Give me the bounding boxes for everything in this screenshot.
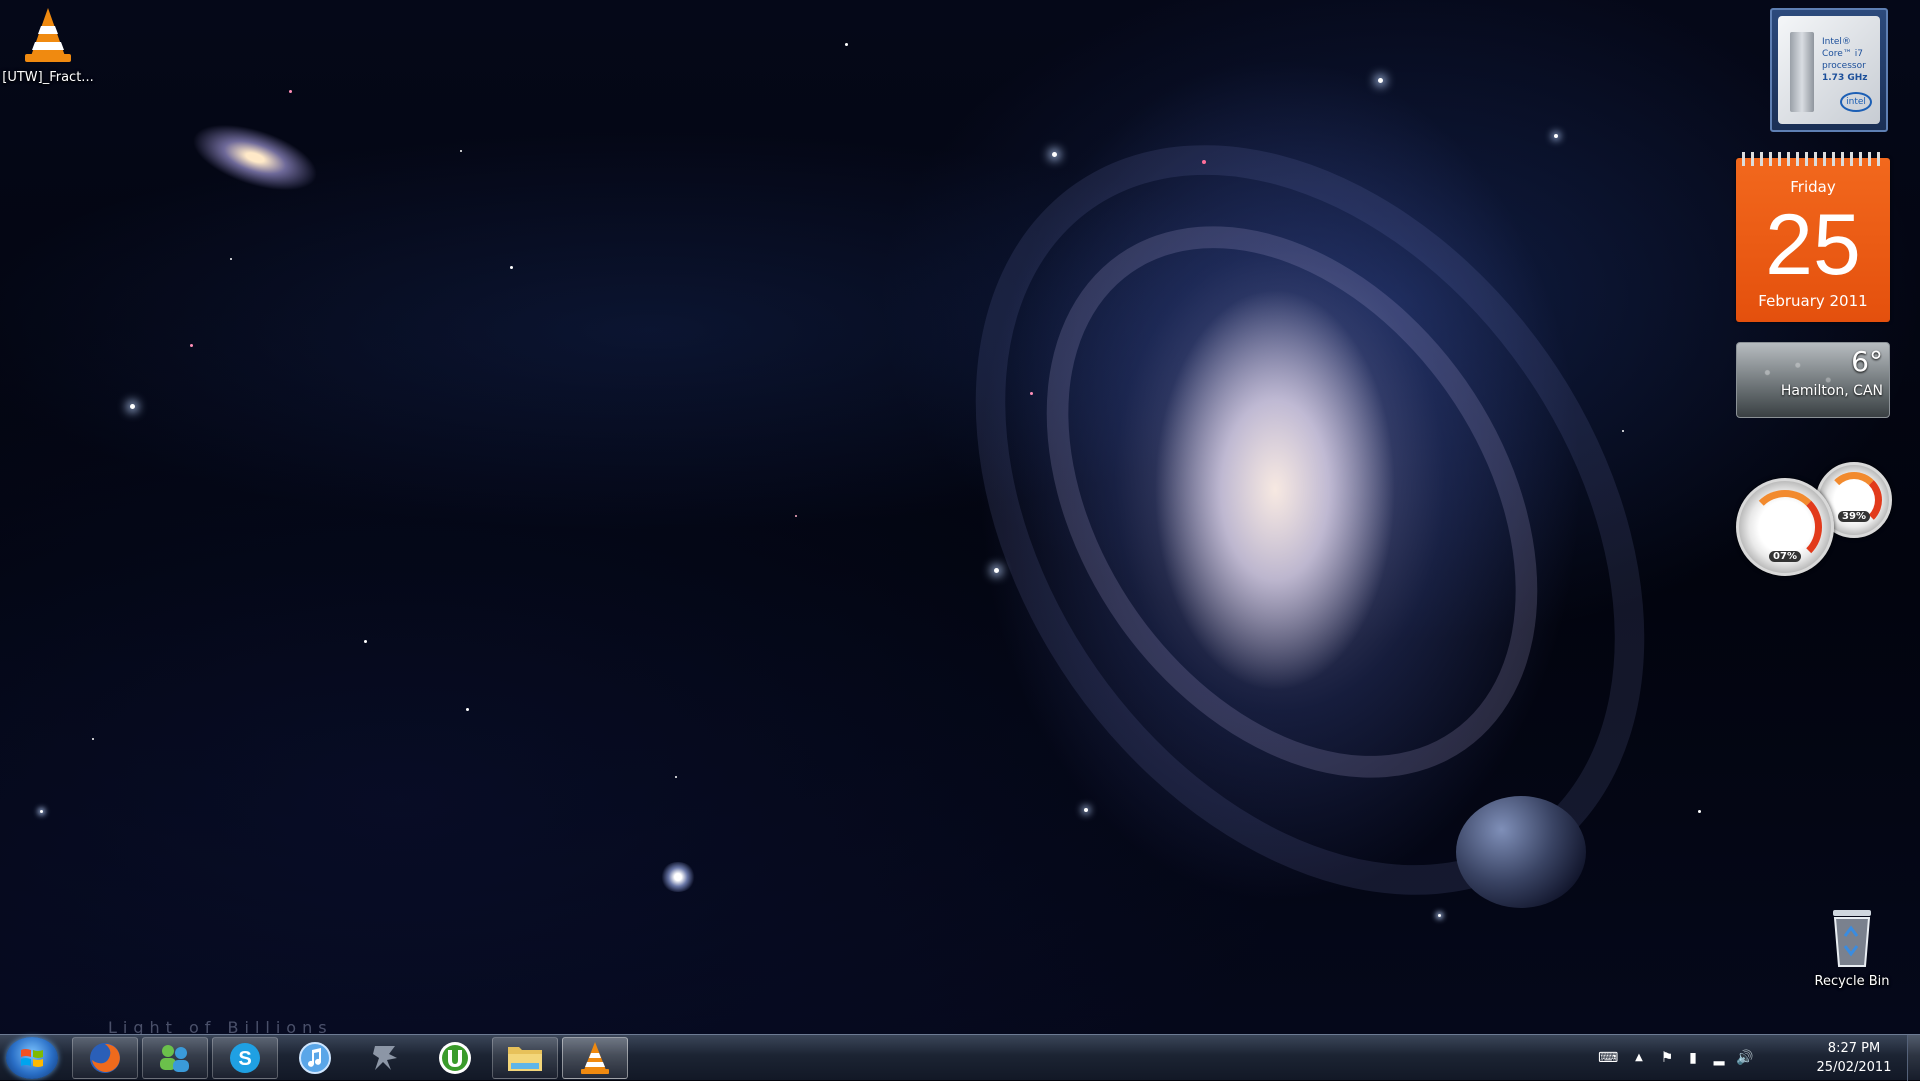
desktop-icon-vlc-file[interactable]: [UTW]_Fract...: [0, 6, 96, 85]
calendar-day-of-week: Friday: [1790, 178, 1836, 196]
utorrent-icon: [439, 1042, 471, 1074]
small-galaxy: [660, 862, 696, 892]
wallpaper-caption: Light of Billions: [108, 1018, 333, 1034]
calendar-day-number: 25: [1765, 197, 1861, 293]
system-tray: ⌨ ▲ ⚑ ▮ ▂ 🔊 8:27 PM 25/02/2011: [1590, 1035, 1920, 1081]
cpu-chip-graphic: Intel® Core™ i7 processor 1.73 GHz intel: [1778, 16, 1880, 124]
taskbar-explorer-button[interactable]: [492, 1037, 558, 1079]
desktop-icon-label: [UTW]_Fract...: [2, 70, 94, 85]
star: [795, 515, 797, 517]
star: [845, 43, 848, 46]
taskbar-clock[interactable]: 8:27 PM 25/02/2011: [1808, 1039, 1900, 1077]
desktop-icon-label: Recycle Bin: [1814, 974, 1890, 989]
volume-icon[interactable]: 🔊: [1736, 1049, 1754, 1067]
calendar-rings: [1742, 152, 1884, 166]
star: [675, 776, 677, 778]
skype-icon: S: [230, 1043, 260, 1073]
star: [1698, 810, 1701, 813]
star: [92, 738, 94, 740]
calendar-month-year: February 2011: [1758, 292, 1868, 310]
star: [1084, 808, 1088, 812]
star: [1622, 430, 1624, 432]
action-center-flag-icon[interactable]: ⚑: [1658, 1049, 1676, 1067]
desktop-wallpaper: Light of Billions [UTW]_Fract... Recycle…: [0, 0, 1920, 1034]
vlc-cone-icon: [25, 8, 71, 62]
cpu-line: Core™ i7: [1822, 49, 1863, 59]
show-hidden-icons-arrow-icon[interactable]: ▲: [1630, 1049, 1648, 1067]
weather-temperature: 6°: [1851, 345, 1883, 378]
cpu-meter-gadget[interactable]: 39% 07%: [1734, 460, 1894, 580]
weather-location: Hamilton, CAN: [1780, 383, 1883, 399]
explorer-folder-icon: [508, 1047, 542, 1071]
galaxy-arm: [837, 17, 1783, 1023]
start-button[interactable]: [6, 1037, 58, 1079]
desktop-icon-recycle-bin[interactable]: Recycle Bin: [1804, 906, 1900, 989]
cpu-speed: 1.73 GHz: [1822, 73, 1868, 83]
star: [466, 708, 469, 711]
taskbar-messenger-button[interactable]: [142, 1037, 208, 1079]
taskbar-vlc-button[interactable]: [562, 1037, 628, 1079]
taskbar-skype-button[interactable]: S: [212, 1037, 278, 1079]
star: [510, 266, 513, 269]
star: [364, 640, 367, 643]
cpu-percent: 07%: [1739, 551, 1831, 562]
small-galaxy: [184, 111, 326, 204]
svg-text:S: S: [238, 1048, 251, 1070]
messenger-icon: [160, 1045, 189, 1072]
star: [460, 150, 462, 152]
itunes-icon: [299, 1042, 331, 1074]
recycle-bin-icon: [1833, 910, 1871, 967]
starcraft-icon: [373, 1046, 397, 1070]
keyboard-icon[interactable]: ⌨: [1598, 1049, 1618, 1067]
calendar-gadget[interactable]: Friday 25 February 2011: [1736, 152, 1890, 322]
intel-logo-icon: intel: [1840, 92, 1872, 112]
cpu-dial: 07%: [1736, 478, 1834, 576]
star: [1052, 152, 1057, 157]
weather-gadget[interactable]: 6° Hamilton, CAN: [1736, 342, 1890, 418]
taskbar-starcraft-button[interactable]: [352, 1037, 418, 1079]
network-signal-icon[interactable]: ▂: [1710, 1049, 1728, 1067]
star: [1202, 160, 1206, 164]
star: [1554, 134, 1558, 138]
clock-time: 8:27 PM: [1827, 1041, 1881, 1056]
star: [1030, 392, 1033, 395]
taskbar-firefox-button[interactable]: [72, 1037, 138, 1079]
star: [130, 404, 135, 409]
star: [230, 258, 232, 260]
vlc-icon: [581, 1042, 609, 1074]
clock-date: 25/02/2011: [1816, 1060, 1892, 1075]
taskbar: S ⌨ ▲ ⚑ ▮ ▂ 🔊 8:27 PM 25/02/2011: [0, 1034, 1920, 1081]
cpu-line: processor: [1822, 61, 1866, 71]
star: [1378, 78, 1383, 83]
cpu-info-gadget[interactable]: Intel® Core™ i7 processor 1.73 GHz intel: [1770, 8, 1888, 132]
star: [40, 810, 43, 813]
star: [994, 568, 999, 573]
cpu-slot-graphic: [1790, 32, 1814, 112]
planet: [1456, 796, 1586, 908]
star: [190, 344, 193, 347]
firefox-icon: [90, 1043, 120, 1073]
cpu-text: Intel® Core™ i7 processor 1.73 GHz: [1822, 36, 1880, 84]
taskbar-utorrent-button[interactable]: [422, 1037, 488, 1079]
battery-icon[interactable]: ▮: [1684, 1049, 1702, 1067]
windows-logo-icon: [21, 1049, 43, 1067]
star: [1438, 914, 1441, 917]
star: [289, 90, 292, 93]
cpu-line: Intel®: [1822, 37, 1851, 47]
taskbar-itunes-button[interactable]: [282, 1037, 348, 1079]
show-desktop-button[interactable]: [1907, 1035, 1920, 1081]
